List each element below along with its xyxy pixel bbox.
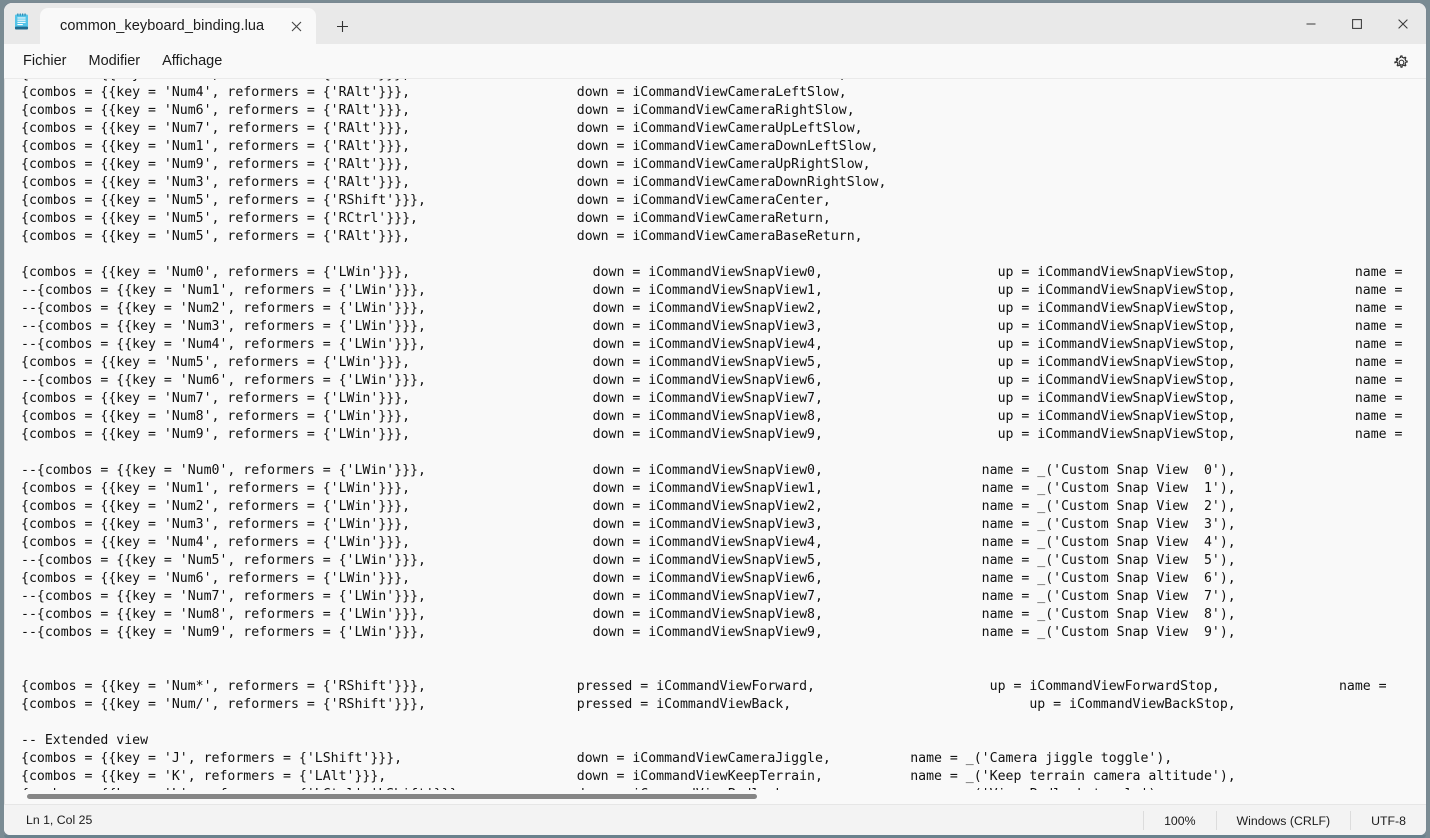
maximize-button[interactable]	[1334, 3, 1380, 44]
code-line: {combos = {{key = 'Num9', reformers = {'…	[21, 157, 871, 172]
close-window-button[interactable]	[1380, 3, 1426, 44]
menu-item-modifier[interactable]: Modifier	[78, 48, 152, 74]
editor-area[interactable]: {combos = {{key = 'Num2', reformers = {'…	[4, 79, 1426, 804]
code-line: -- Extended view	[21, 733, 149, 748]
line-ending[interactable]: Windows (CRLF)	[1215, 811, 1351, 830]
code-line: {combos = {{key = 'Num1', reformers = {'…	[21, 139, 879, 154]
code-line: {combos = {{key = 'Num6', reformers = {'…	[21, 103, 855, 118]
code-line: {combos = {{key = 'Num4', reformers = {'…	[21, 535, 1236, 550]
code-line: {combos = {{key = 'K', reformers = {'LAl…	[21, 769, 1236, 784]
code-line: {combos = {{key = 'Num5', reformers = {'…	[21, 193, 831, 208]
code-line: {combos = {{key = 'Num6', reformers = {'…	[21, 571, 1236, 586]
code-line: --{combos = {{key = 'Num9', reformers = …	[21, 625, 1236, 640]
tab-common-keyboard-binding[interactable]: common_keyboard_binding.lua	[40, 8, 317, 44]
minimize-button[interactable]	[1288, 3, 1334, 44]
code-line: --{combos = {{key = 'Num0', reformers = …	[21, 463, 1236, 478]
notepad-icon	[4, 3, 40, 44]
new-tab-button[interactable]	[326, 10, 358, 42]
code-line: --{combos = {{key = 'Num4', reformers = …	[21, 337, 1403, 352]
code-line: {combos = {{key = 'Num1', reformers = {'…	[21, 481, 1236, 496]
close-icon[interactable]	[282, 12, 310, 40]
tab-label: common_keyboard_binding.lua	[60, 18, 265, 34]
menu-bar: Fichier Modifier Affichage	[4, 44, 1426, 79]
code-line: {combos = {{key = 'Num0', reformers = {'…	[21, 265, 1403, 280]
horizontal-scrollbar-thumb[interactable]	[27, 794, 757, 799]
status-bar: Ln 1, Col 25 100% Windows (CRLF) UTF-8	[4, 804, 1426, 835]
encoding[interactable]: UTF-8	[1350, 811, 1426, 830]
title-bar: common_keyboard_binding.lua	[4, 3, 1426, 44]
code-line: --{combos = {{key = 'Num6', reformers = …	[21, 373, 1403, 388]
title-bar-drag-area	[358, 3, 1426, 44]
code-line: {combos = {{key = 'Num5', reformers = {'…	[21, 229, 863, 244]
menu-item-affichage[interactable]: Affichage	[151, 48, 233, 74]
code-line: --{combos = {{key = 'Num8', reformers = …	[21, 607, 1236, 622]
code-line: {combos = {{key = 'J', reformers = {'LSh…	[21, 751, 1173, 766]
code-line: --{combos = {{key = 'Num7', reformers = …	[21, 589, 1236, 604]
code-line: {combos = {{key = 'Num8', reformers = {'…	[21, 409, 1403, 424]
screen: common_keyboard_binding.lua Fichier Modi…	[0, 0, 1430, 838]
zoom-level[interactable]: 100%	[1143, 811, 1215, 830]
text-content[interactable]: {combos = {{key = 'Num2', reformers = {'…	[5, 79, 1426, 804]
code-line: {combos = {{key = 'Num/', reformers = {'…	[21, 697, 1236, 712]
code-line: {combos = {{key = 'Num5', reformers = {'…	[21, 355, 1403, 370]
code-line: {combos = {{key = 'Num3', reformers = {'…	[21, 517, 1236, 532]
code-line: {combos = {{key = 'Num9', reformers = {'…	[21, 427, 1403, 442]
gear-icon[interactable]	[1386, 47, 1416, 77]
horizontal-scrollbar[interactable]	[5, 790, 1426, 804]
code-line: --{combos = {{key = 'Num1', reformers = …	[21, 283, 1403, 298]
status-bar-right: 100% Windows (CRLF) UTF-8	[1143, 805, 1426, 835]
code-line: --{combos = {{key = 'Num5', reformers = …	[21, 553, 1236, 568]
code-line: {combos = {{key = 'Num7', reformers = {'…	[21, 391, 1403, 406]
code-line: {combos = {{key = 'Num7', reformers = {'…	[21, 121, 863, 136]
code-line: {combos = {{key = 'Num4', reformers = {'…	[21, 85, 847, 100]
code-line: {combos = {{key = 'Num5', reformers = {'…	[21, 211, 831, 226]
window-controls	[1288, 3, 1426, 44]
code-line: {combos = {{key = 'Num3', reformers = {'…	[21, 175, 887, 190]
notepad-window: common_keyboard_binding.lua Fichier Modi…	[4, 3, 1426, 835]
code-line: --{combos = {{key = 'Num2', reformers = …	[21, 301, 1403, 316]
code-line: --{combos = {{key = 'Num3', reformers = …	[21, 319, 1403, 334]
menu-item-fichier[interactable]: Fichier	[12, 48, 78, 74]
code-line: {combos = {{key = 'Num2', reformers = {'…	[21, 499, 1236, 514]
cursor-position: Ln 1, Col 25	[26, 813, 93, 827]
window-left-edge	[0, 3, 4, 838]
code-line: {combos = {{key = 'Num*', reformers = {'…	[21, 679, 1387, 694]
